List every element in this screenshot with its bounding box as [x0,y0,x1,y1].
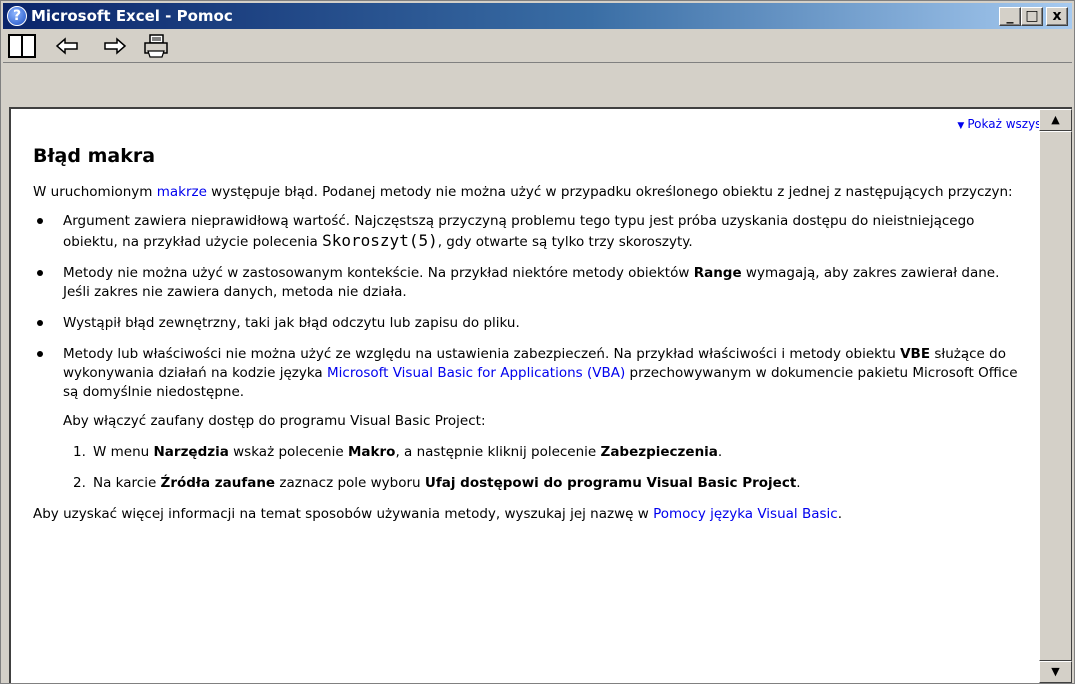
maximize-button[interactable]: □ [1021,7,1043,26]
print-icon[interactable] [141,33,171,59]
step-number: 1. [73,444,86,460]
trusted-sources-tab-name: Źródła zaufane [160,475,276,491]
vbe-object: VBE [900,346,931,362]
macro-command-name: Makro [347,444,396,460]
toolbar [3,30,1072,63]
scroll-down-arrow-icon[interactable]: ▼ [1039,661,1072,683]
bullet-icon [37,351,43,357]
list-item: Wystąpił błąd zewnętrzny, taki jak błąd … [33,314,1023,333]
list-item: 2. Na karcie Źródła zaufane zaznacz pole… [73,475,801,491]
macro-link[interactable]: makrze [157,184,207,200]
back-arrow-icon[interactable] [53,33,83,59]
vba-link[interactable]: Microsoft Visual Basic for Applications … [327,365,625,381]
steps-list: 1. W menu Narzędzia wskaż polecenie Makr… [33,443,1023,493]
forward-arrow-icon[interactable] [99,33,129,59]
reason-list: Argument zawiera nieprawidłową wartość. … [33,212,1023,402]
security-command-name: Zabezpieczenia [600,444,718,460]
window-title: Microsoft Excel - Pomoc [31,7,233,25]
range-object: Range [693,265,742,281]
list-item: Metody lub właściwości nie można użyć ze… [33,345,1023,402]
tools-menu-name: Narzędzia [153,444,229,460]
trust-vb-project-option: Ufaj dostępowi do programu Visual Basic … [424,475,797,491]
show-pane-icon[interactable] [7,33,37,59]
bullet-icon [37,320,43,326]
footer-paragraph: Aby uzyskać więcej informacji na temat s… [33,506,843,522]
list-item: Metody nie można użyć w zastosowanym kon… [33,264,1023,302]
title-bar[interactable]: ? Microsoft Excel - Pomoc _ □ x [3,3,1072,29]
scroll-up-arrow-icon[interactable]: ▲ [1039,109,1072,131]
help-icon: ? [7,6,27,26]
content-pane[interactable]: ▼ Pokaż wszystko Błąd makra W uruchomiony… [9,107,1072,683]
triangle-down-icon: ▼ [957,121,965,131]
vb-help-link[interactable]: Pomocy języka Visual Basic [653,506,838,522]
minimize-button[interactable]: _ [999,7,1021,26]
list-item: 1. W menu Narzędzia wskaż polecenie Makr… [73,444,723,460]
enable-access-text: Aby włączyć zaufany dostęp do programu V… [63,413,486,429]
list-item: Argument zawiera nieprawidłową wartość. … [33,212,1023,252]
scrollbar-thumb[interactable] [1039,131,1072,661]
page-title: Błąd makra [33,145,156,167]
close-button[interactable]: x [1046,7,1068,26]
toolbar-spacer [3,64,1072,108]
step-number: 2. [73,475,86,491]
intro-paragraph: W uruchomionym makrze występuje błąd. Po… [33,184,1013,200]
help-window: ? Microsoft Excel - Pomoc _ □ x ▼ Pokaż … [0,0,1075,684]
bullet-icon [37,270,43,276]
help-body: W uruchomionym makrze występuje błąd. Po… [33,183,1023,534]
bullet-icon [37,218,43,224]
code-sample: Skoroszyt(5) [322,231,438,250]
